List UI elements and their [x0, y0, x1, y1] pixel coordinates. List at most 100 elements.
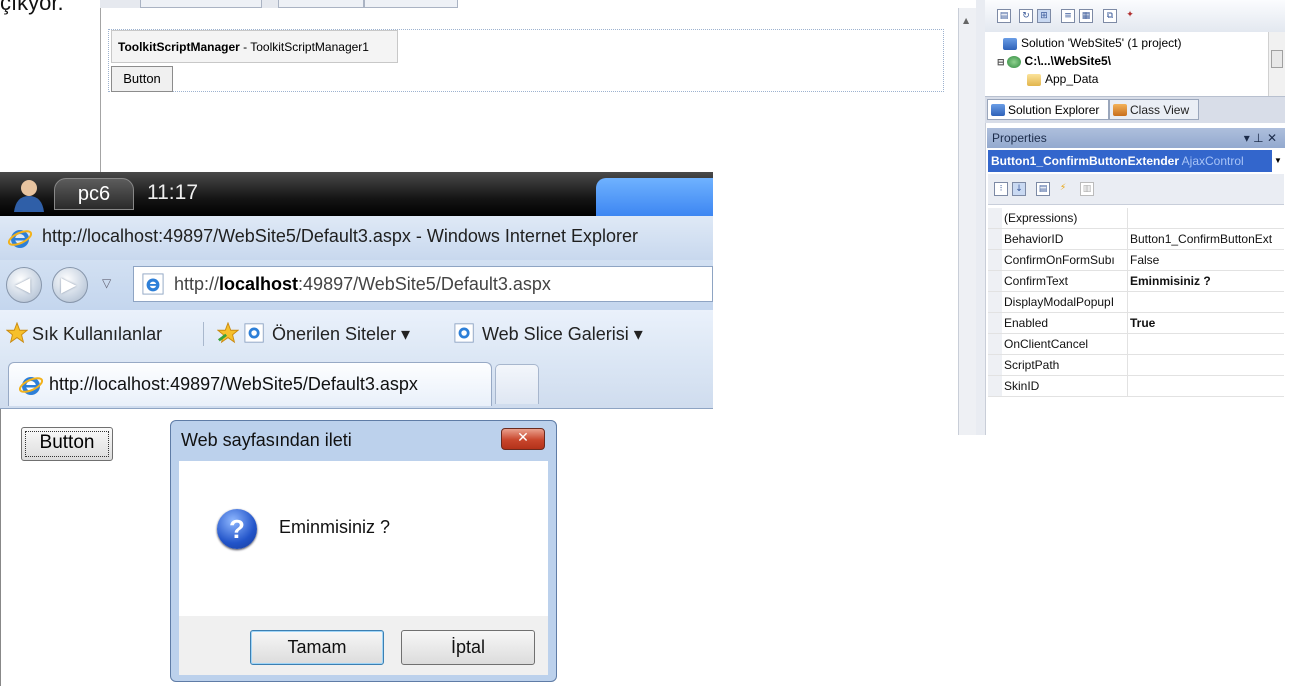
row-gutter	[988, 355, 1002, 375]
solution-tree-scrollbar[interactable]	[1268, 32, 1285, 96]
categorized-icon[interactable]: ⁝	[994, 182, 1008, 196]
history-dropdown-icon[interactable]: ▽	[102, 276, 111, 290]
toolkit-script-manager-control[interactable]: ToolkitScriptManager - ToolkitScriptMana…	[111, 30, 398, 63]
property-name: OnClientCancel	[1004, 334, 1128, 354]
properties-title: Properties	[992, 131, 1047, 145]
row-gutter	[988, 313, 1002, 333]
dialog-message: Eminmisiniz ?	[279, 517, 391, 537]
property-row[interactable]: OnClientCancel	[988, 334, 1284, 355]
nest-files-icon[interactable]: ⊞	[1037, 9, 1051, 23]
properties-toolbar: ⁝ ↓ ▤ ⚡ ▥	[988, 174, 1284, 205]
dialog-footer: Tamam İptal	[179, 616, 548, 675]
window-controls[interactable]: ▾ ⊥ ✕	[1244, 128, 1277, 148]
website-icon	[1006, 55, 1021, 68]
properties-view-icon[interactable]: ▤	[1036, 182, 1050, 196]
tree-item-label: Solution 'WebSite5' (1 project)	[1021, 36, 1182, 50]
property-name: BehaviorID	[1004, 229, 1128, 249]
property-row[interactable]: ScriptPath	[988, 355, 1284, 376]
row-gutter	[988, 229, 1002, 249]
property-grid: (Expressions) BehaviorID Button1_ConfirmBu…	[988, 208, 1284, 435]
new-tab-button[interactable]	[495, 364, 539, 404]
tab-solution-explorer[interactable]: Solution Explorer	[987, 99, 1109, 120]
property-row[interactable]: (Expressions)	[988, 208, 1284, 229]
url-path: :49897/WebSite5/Default3.aspx	[298, 274, 551, 294]
favorites-button[interactable]: Sık Kullanılanlar	[32, 324, 162, 345]
property-value[interactable]	[1130, 355, 1284, 375]
taskbar: pc6 11:17	[0, 172, 713, 216]
add-favorite-icon[interactable]	[217, 322, 239, 344]
property-name: Enabled	[1004, 313, 1128, 333]
refresh-icon[interactable]: ↻	[1019, 9, 1033, 23]
forward-button[interactable]: ▶	[52, 267, 88, 303]
tree-item-app-data[interactable]: App_Data	[1027, 70, 1098, 88]
tree-item-website[interactable]: ⊟ C:\...\WebSite5\	[997, 52, 1111, 70]
property-row[interactable]: SkinID	[988, 376, 1284, 397]
property-value[interactable]	[1130, 208, 1284, 228]
property-value[interactable]: False	[1130, 250, 1284, 270]
tab-default3[interactable]: http://localhost:49897/WebSite5/Default3…	[8, 362, 492, 406]
property-name: SkinID	[1004, 376, 1128, 396]
url-host: localhost	[219, 274, 299, 294]
user-icon[interactable]	[10, 178, 48, 212]
suggested-sites-icon	[244, 323, 264, 343]
property-value[interactable]: True	[1130, 313, 1284, 333]
document-tab[interactable]	[364, 0, 458, 8]
page-button[interactable]: Button	[21, 427, 113, 461]
view-code-icon[interactable]: ≡	[1061, 9, 1075, 23]
events-icon[interactable]: ⚡	[1056, 182, 1070, 196]
property-value[interactable]	[1130, 292, 1284, 312]
class-view-icon	[1113, 104, 1127, 116]
property-row[interactable]: BehaviorID Button1_ConfirmButtonExt	[988, 229, 1284, 250]
properties-header: Properties ▾ ⊥ ✕	[987, 128, 1285, 148]
solution-explorer-tabs: Solution Explorer Class View	[985, 96, 1285, 123]
alphabetical-icon[interactable]: ↓	[1012, 182, 1026, 196]
selected-type: AjaxControl	[1181, 154, 1244, 168]
divider	[203, 322, 204, 346]
property-row[interactable]: Enabled True	[988, 313, 1284, 334]
address-bar[interactable]: http://localhost:49897/WebSite5/Default3…	[133, 266, 713, 302]
designer-scrollbar[interactable]: ▲	[958, 8, 978, 435]
property-value[interactable]	[1130, 334, 1284, 354]
view-designer-icon[interactable]: ▦	[1079, 9, 1093, 23]
user-name-tab[interactable]: pc6	[54, 178, 134, 210]
asp-config-icon[interactable]: ✦	[1123, 9, 1137, 23]
property-value[interactable]: Eminmisiniz ?	[1130, 271, 1284, 291]
selected-object: Button1_ConfirmButtonExtender	[991, 154, 1179, 168]
scroll-up-icon[interactable]: ▲	[963, 16, 969, 25]
property-row[interactable]: ConfirmText Eminmisiniz ?	[988, 271, 1284, 292]
suggested-sites-link[interactable]: Önerilen Siteler ▾	[272, 324, 410, 345]
row-gutter	[988, 250, 1002, 270]
question-icon: ?	[217, 509, 257, 549]
property-name: (Expressions)	[1004, 208, 1128, 228]
property-pages-icon[interactable]: ▥	[1080, 182, 1094, 196]
close-button[interactable]: ✕	[501, 428, 545, 450]
designer-button-control[interactable]: Button	[111, 66, 173, 92]
object-selector[interactable]: Button1_ConfirmButtonExtender AjaxContro…	[988, 150, 1284, 172]
favorites-star-icon[interactable]	[6, 322, 28, 344]
web-slice-gallery-link[interactable]: Web Slice Galerisi ▾	[482, 324, 643, 345]
chevron-down-icon[interactable]: ▼	[1272, 150, 1284, 172]
tab-label: Solution Explorer	[1008, 103, 1100, 117]
collapse-icon[interactable]: ⊟	[997, 57, 1005, 67]
property-row[interactable]: DisplayModalPopupI	[988, 292, 1284, 313]
clock: 11:17	[147, 181, 198, 204]
scroll-thumb[interactable]	[1271, 50, 1283, 68]
back-arrow-icon: ◀	[15, 272, 31, 296]
active-task-button[interactable]	[596, 178, 713, 216]
dialog-title: Web sayfasından ileti	[181, 430, 352, 450]
document-tab[interactable]	[140, 0, 262, 8]
property-row[interactable]: ConfirmOnFormSubı False	[988, 250, 1284, 271]
web-slice-icon	[454, 323, 474, 343]
copy-website-icon[interactable]: ⧉	[1103, 9, 1117, 23]
document-tab[interactable]	[278, 0, 364, 8]
tab-class-view[interactable]: Class View	[1109, 99, 1199, 120]
back-button[interactable]: ◀	[6, 267, 42, 303]
ie-logo-icon	[8, 230, 32, 248]
ok-button[interactable]: Tamam	[250, 630, 384, 665]
tree-item-solution[interactable]: Solution 'WebSite5' (1 project)	[1003, 34, 1181, 52]
cancel-button[interactable]: İptal	[401, 630, 535, 665]
property-value[interactable]: Button1_ConfirmButtonExt	[1130, 229, 1284, 249]
property-name: DisplayModalPopupI	[1004, 292, 1128, 312]
property-value[interactable]	[1130, 376, 1284, 396]
properties-icon[interactable]: ▤	[997, 9, 1011, 23]
